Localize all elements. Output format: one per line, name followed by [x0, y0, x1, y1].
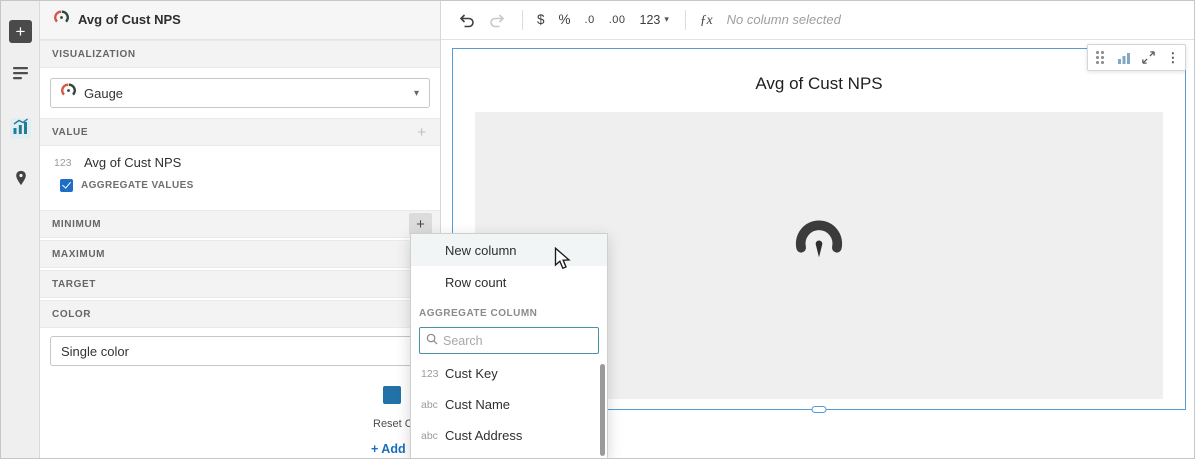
more-options-icon[interactable]: ⋮: [1162, 47, 1184, 69]
resize-handle[interactable]: [812, 406, 827, 413]
section-label: MAXIMUM: [52, 249, 105, 260]
section-label: VISUALIZATION: [52, 49, 136, 60]
add-color-rule-link[interactable]: + Add: [371, 442, 406, 456]
column-option-cust-address[interactable]: abc Cust Address: [411, 420, 607, 451]
formula-placeholder: No column selected: [727, 12, 841, 27]
search-input[interactable]: [443, 334, 592, 348]
aggregate-column-header: AGGREGATE COLUMN: [411, 298, 607, 321]
number-format-label: 123: [640, 13, 661, 27]
chart-type-icon[interactable]: [1113, 47, 1135, 69]
column-name: Cust Name: [445, 397, 510, 412]
section-maximum: MAXIMUM: [40, 240, 440, 268]
increase-decimal-button[interactable]: .00: [609, 14, 626, 26]
undo-button[interactable]: [458, 12, 475, 28]
widget-title: Avg of Cust NPS: [453, 74, 1185, 94]
value-field-row[interactable]: 123 Avg of Cust NPS: [40, 146, 440, 174]
reset-colors-button[interactable]: Reset C: [373, 418, 413, 430]
config-panel: Avg of Cust NPS VISUALIZATION Gauge ▾ VA…: [40, 0, 441, 459]
viz-type-value: Gauge: [84, 86, 406, 101]
section-target: TARGET: [40, 270, 440, 298]
add-value-button[interactable]: +: [411, 124, 432, 141]
drag-handle-icon[interactable]: [1089, 47, 1111, 69]
plus-icon: +: [16, 23, 26, 40]
gauge-icon: [54, 10, 69, 30]
aggregate-label: AGGREGATE VALUES: [81, 180, 194, 191]
section-minimum: MINIMUM +: [40, 210, 440, 238]
chart-icon: [12, 118, 29, 140]
column-type-tag: 123: [421, 368, 445, 380]
sidebar-item-format[interactable]: [10, 170, 31, 191]
aggregate-checkbox[interactable]: [60, 179, 73, 192]
column-name: Cust Address: [445, 428, 522, 443]
column-type-tag: abc: [421, 399, 445, 411]
field-type-tag: 123: [54, 157, 74, 169]
app-window: + Avg of Cust NPS VISUALIZATION: [0, 0, 1195, 459]
panel-header: Avg of Cust NPS: [40, 0, 440, 40]
aggregate-values-row: AGGREGATE VALUES: [40, 174, 440, 200]
decrease-decimal-button[interactable]: .0: [585, 14, 595, 26]
menu-item-row-count[interactable]: Row count: [411, 266, 607, 298]
pin-icon: [13, 169, 29, 192]
list-icon: [12, 64, 29, 86]
menu-item-new-column[interactable]: New column: [411, 234, 607, 266]
add-element-button[interactable]: +: [9, 20, 32, 43]
widget-toolbar: ⋮: [1087, 44, 1186, 71]
section-label: VALUE: [52, 127, 88, 138]
sidebar-item-pages[interactable]: [10, 64, 31, 85]
search-icon: [426, 332, 438, 350]
currency-format-button[interactable]: $: [537, 12, 545, 27]
section-visualization: VISUALIZATION: [40, 40, 440, 68]
color-mode-dropdown[interactable]: Single color ▾: [50, 336, 430, 366]
format-toolbar: $ % .0 .00 123 ▾ ƒx No column selected: [441, 0, 1195, 40]
section-label: COLOR: [52, 309, 91, 320]
formula-fx-button[interactable]: ƒx: [700, 12, 713, 28]
column-type-tag: abc: [421, 430, 445, 442]
scrollbar-thumb[interactable]: [600, 364, 605, 456]
field-name: Avg of Cust NPS: [84, 155, 181, 170]
toolbar-divider: [685, 10, 686, 30]
chevron-down-icon: ▾: [664, 14, 669, 25]
search-box[interactable]: [419, 327, 599, 354]
number-format-dropdown[interactable]: 123 ▾: [640, 13, 669, 27]
color-swatch[interactable]: [383, 386, 401, 404]
formula-bar[interactable]: No column selected: [713, 12, 1195, 27]
column-option-cust-key[interactable]: 123 Cust Key: [411, 358, 607, 389]
color-picker-wrap: Single color ▾: [40, 328, 440, 374]
section-label: MINIMUM: [52, 219, 101, 230]
sidebar-item-element-panel[interactable]: [10, 118, 31, 139]
add-minimum-button[interactable]: +: [409, 213, 432, 235]
column-picker-menu: New column Row count AGGREGATE COLUMN 12…: [410, 233, 608, 459]
section-value: VALUE +: [40, 118, 440, 146]
visualization-picker-wrap: Gauge ▾: [40, 68, 440, 118]
toolbar-divider: [522, 10, 523, 30]
chevron-down-icon: ▾: [414, 88, 419, 99]
section-label: TARGET: [52, 279, 96, 290]
section-color: COLOR: [40, 300, 440, 328]
column-name: Cust Key: [445, 366, 498, 381]
color-mode-value: Single color: [61, 344, 406, 359]
percent-format-button[interactable]: %: [559, 12, 571, 27]
side-rail: +: [0, 0, 40, 459]
viz-type-dropdown[interactable]: Gauge ▾: [50, 78, 430, 108]
maximize-icon[interactable]: [1138, 47, 1160, 69]
gauge-glyph: [788, 215, 850, 296]
column-option-cust-name[interactable]: abc Cust Name: [411, 389, 607, 420]
redo-button[interactable]: [489, 12, 506, 28]
page-title: Avg of Cust NPS: [78, 12, 181, 27]
gauge-icon: [61, 83, 76, 103]
